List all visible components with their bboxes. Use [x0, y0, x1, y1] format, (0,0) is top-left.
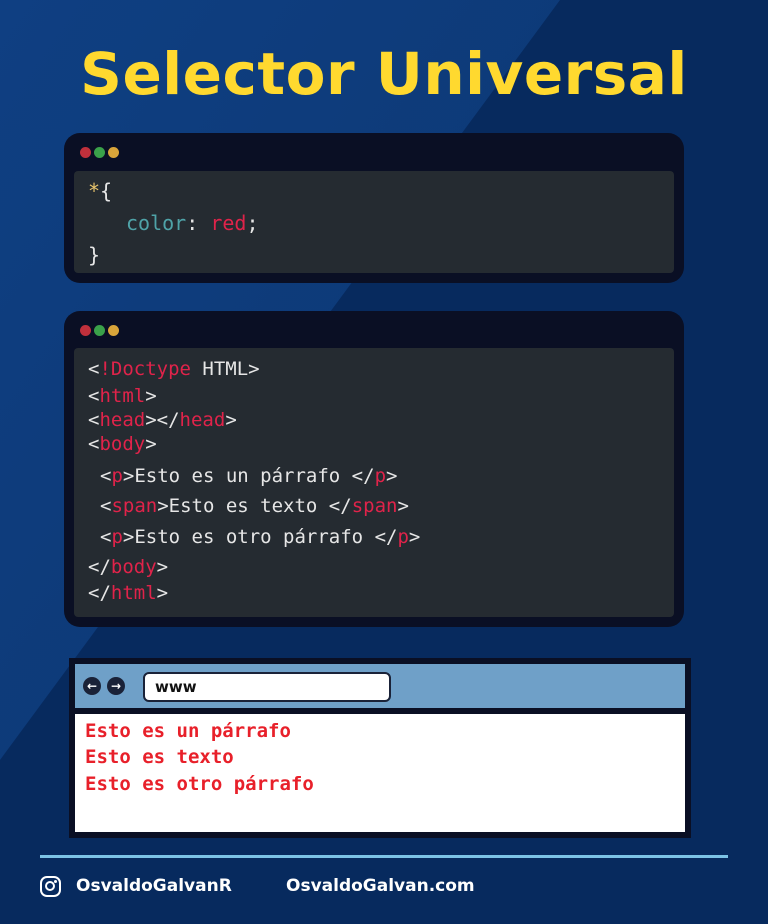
bracket: > [386, 465, 398, 487]
maximize-dot-icon [94, 325, 105, 336]
window-controls [80, 147, 119, 158]
website-link[interactable]: OsvaldoGalvan.com [286, 876, 475, 902]
close-dot-icon [80, 325, 91, 336]
css-code-window: *{ color: red; } [64, 133, 684, 283]
output-paragraph-1: Esto es un párrafo [85, 720, 291, 742]
code-line-body: <body> [88, 433, 157, 455]
code-line-head: <head></head> [88, 409, 237, 431]
browser-toolbar: ← → www [75, 664, 685, 708]
colon: : [186, 211, 211, 235]
bracket: > [145, 385, 157, 407]
code-line: *{ [88, 179, 112, 203]
tag-name: span [351, 495, 398, 517]
arrow-right-icon[interactable]: → [107, 677, 125, 695]
bracket: </ [88, 556, 111, 578]
bracket: < [100, 526, 112, 548]
bracket: > [156, 582, 169, 604]
code-line-span: <span>Esto es texto </span> [100, 495, 409, 517]
element-text: >Esto es un párrafo </ [122, 465, 375, 487]
html-code-window: <!Doctype HTML> <html> <head></head> <bo… [64, 311, 684, 627]
tag-name: p [397, 526, 409, 548]
doctype-keyword: !Doctype [99, 358, 191, 380]
output-span-text: Esto es texto [85, 746, 234, 768]
bracket: < [88, 409, 100, 431]
bracket: < [88, 385, 100, 407]
html-code-block: <!Doctype HTML> <html> <head></head> <bo… [74, 348, 674, 617]
arrow-left-icon[interactable]: ← [83, 677, 101, 695]
bracket: > [408, 526, 421, 548]
tag-name: p [111, 465, 123, 487]
bracket: > [225, 409, 237, 431]
element-text: >Esto es otro párrafo </ [122, 526, 398, 548]
tag-name: body [99, 433, 146, 455]
element-text: >Esto es texto </ [157, 495, 352, 517]
doctype-rest: HTML> [190, 358, 260, 380]
css-property: color [126, 211, 187, 235]
bracket: > [397, 495, 409, 517]
page-title: Selector Universal [80, 40, 688, 108]
maximize-dot-icon [94, 147, 105, 158]
code-line: } [88, 243, 100, 267]
semicolon: ; [246, 211, 259, 235]
code-line-endbody: </body> [88, 556, 168, 578]
bracket: < [100, 465, 112, 487]
instagram-icon [40, 876, 61, 897]
open-brace: { [100, 179, 113, 203]
address-bar[interactable]: www [143, 672, 391, 702]
tag-name: p [111, 526, 123, 548]
tag-name: p [374, 465, 387, 487]
bracket: < [100, 495, 112, 517]
code-line-p1: <p>Esto es un párrafo </p> [100, 465, 397, 487]
browser-window: ← → www Esto es un párrafo Esto es texto… [69, 658, 691, 838]
tag-name: span [111, 495, 158, 517]
instagram-handle[interactable]: OsvaldoGalvanR [76, 876, 232, 902]
code-line: color: red; [126, 211, 258, 235]
bracket: < [88, 433, 100, 455]
close-brace: } [88, 243, 101, 267]
close-dot-icon [80, 147, 91, 158]
bracket: > [145, 433, 157, 455]
bracket: </ [88, 582, 111, 604]
browser-viewport: Esto es un párrafo Esto es texto Esto es… [75, 714, 685, 832]
output-paragraph-2: Esto es otro párrafo [85, 773, 314, 795]
tag-name: head [99, 409, 146, 431]
code-line-endhtml: </html> [88, 582, 168, 604]
css-code-block: *{ color: red; } [74, 171, 674, 273]
bracket: ></ [145, 409, 180, 431]
minimize-dot-icon [108, 325, 119, 336]
tag-name: html [110, 582, 157, 604]
tag-name: html [99, 385, 146, 407]
window-controls [80, 325, 119, 336]
code-line-p2: <p>Esto es otro párrafo </p> [100, 526, 420, 548]
bracket: < [88, 358, 100, 380]
bracket: > [156, 556, 169, 578]
footer-divider [40, 855, 728, 858]
universal-selector: * [88, 179, 101, 203]
css-value: red [210, 211, 247, 235]
tag-name: head [179, 409, 226, 431]
tag-name: body [110, 556, 157, 578]
code-line-doctype: <!Doctype HTML> [88, 358, 260, 380]
minimize-dot-icon [108, 147, 119, 158]
code-line-html: <html> [88, 385, 157, 407]
